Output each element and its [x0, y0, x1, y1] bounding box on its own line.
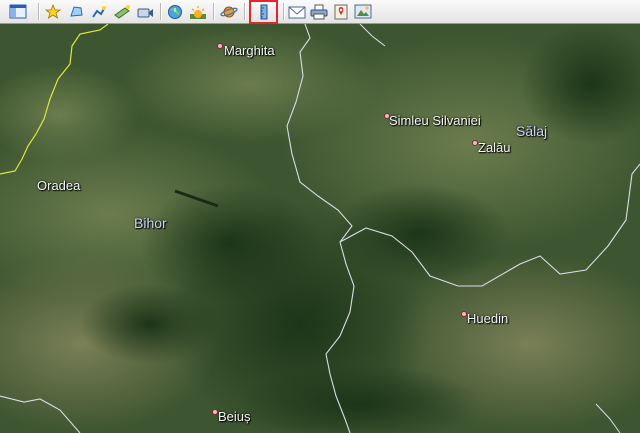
- image-overlay-icon: [114, 4, 130, 19]
- view-in-maps-button[interactable]: [331, 2, 351, 21]
- sidebar-icon: [9, 4, 27, 19]
- record-tour-icon: [137, 8, 153, 17]
- printer-icon: [310, 4, 328, 19]
- email-button[interactable]: [287, 2, 307, 21]
- switch-to-sky-button[interactable]: [219, 2, 239, 21]
- add-path-button[interactable]: [89, 2, 109, 21]
- place-label-beius[interactable]: Beiuș: [218, 409, 251, 424]
- sidebar-toggle-button[interactable]: [5, 2, 31, 21]
- save-image-button[interactable]: [353, 2, 373, 21]
- place-label-oradea[interactable]: Oradea: [37, 178, 80, 193]
- envelope-icon: [288, 6, 306, 18]
- sunlight-button[interactable]: [188, 2, 208, 21]
- path-icon: [92, 5, 106, 18]
- add-image-overlay-button[interactable]: [112, 2, 132, 21]
- planet-icon: [220, 6, 238, 17]
- ruler-button[interactable]: [249, 0, 278, 24]
- record-tour-button[interactable]: [135, 2, 155, 21]
- place-label-marghita[interactable]: Marghita: [224, 43, 275, 58]
- add-polygon-button[interactable]: [66, 2, 86, 21]
- historical-imagery-button[interactable]: [165, 2, 185, 21]
- ruler-icon: [260, 4, 267, 20]
- print-button[interactable]: [309, 2, 329, 21]
- region-label-salaj: Sălaj: [516, 123, 548, 139]
- satellite-terrain: [0, 24, 640, 433]
- toolbar: [0, 0, 640, 24]
- clock-globe-icon: [168, 4, 182, 19]
- place-label-huedin[interactable]: Huedin: [467, 311, 508, 326]
- placemark-star-icon: [45, 3, 61, 19]
- place-marker[interactable]: [217, 43, 223, 49]
- region-label-bihor: Bihor: [134, 215, 167, 231]
- satellite-map-view[interactable]: Marghita Simleu Silvaniei Sălaj Zalău Or…: [0, 24, 640, 433]
- maps-icon: [334, 4, 348, 19]
- place-label-zalau[interactable]: Zalău: [478, 140, 511, 155]
- add-placemark-button[interactable]: [43, 2, 63, 21]
- place-label-simleu-silvaniei[interactable]: Simleu Silvaniei: [389, 113, 481, 128]
- save-image-icon: [354, 4, 372, 19]
- polygon-icon: [70, 5, 83, 17]
- sun-icon: [190, 5, 206, 19]
